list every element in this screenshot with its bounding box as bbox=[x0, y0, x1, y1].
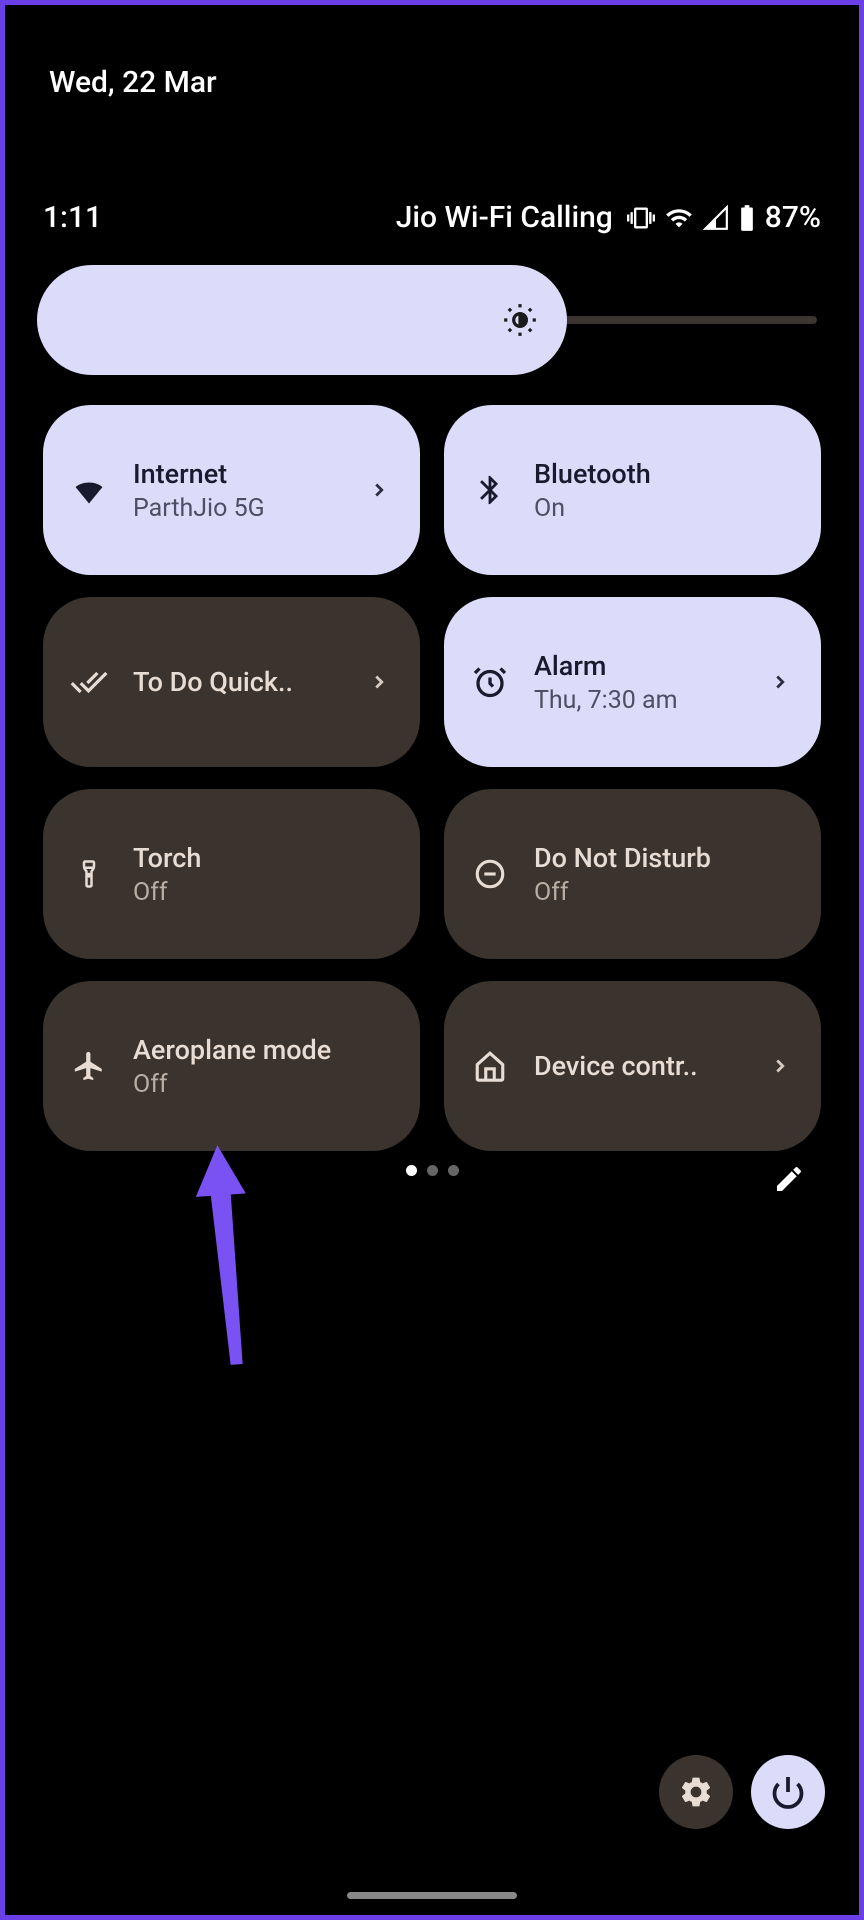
navigation-handle[interactable] bbox=[347, 1892, 517, 1899]
tile-subtitle: Off bbox=[133, 1070, 390, 1099]
battery-icon bbox=[739, 204, 755, 232]
signal-icon bbox=[703, 205, 729, 231]
tile-subtitle: Off bbox=[133, 878, 390, 907]
chevron-right-icon bbox=[368, 479, 390, 501]
tile-device-controls[interactable]: Device contr.. bbox=[444, 981, 821, 1151]
torch-icon bbox=[67, 857, 111, 891]
annotation-arrow bbox=[185, 1135, 265, 1379]
chevron-right-icon bbox=[769, 1055, 791, 1077]
brightness-icon bbox=[501, 301, 539, 339]
airplane-icon bbox=[67, 1049, 111, 1083]
tile-todo[interactable]: To Do Quick.. bbox=[43, 597, 420, 767]
home-icon bbox=[468, 1049, 512, 1083]
tile-title: Do Not Disturb bbox=[534, 842, 791, 874]
wifi-status-icon bbox=[665, 204, 693, 232]
status-carrier: Jio Wi-Fi Calling bbox=[396, 200, 613, 235]
tile-alarm[interactable]: Alarm Thu, 7:30 am bbox=[444, 597, 821, 767]
bluetooth-icon bbox=[468, 473, 512, 507]
tile-title: Internet bbox=[133, 458, 346, 490]
tile-subtitle: ParthJio 5G bbox=[133, 494, 346, 523]
tile-torch[interactable]: Torch Off bbox=[43, 789, 420, 959]
tile-dnd[interactable]: Do Not Disturb Off bbox=[444, 789, 821, 959]
chevron-right-icon bbox=[368, 671, 390, 693]
gear-icon bbox=[678, 1774, 714, 1810]
quick-settings-grid: Internet ParthJio 5G Bluetooth On To Do … bbox=[43, 405, 821, 1151]
tile-bluetooth[interactable]: Bluetooth On bbox=[444, 405, 821, 575]
tile-title: Bluetooth bbox=[534, 458, 791, 490]
dnd-icon bbox=[468, 857, 512, 891]
pager-dot[interactable] bbox=[427, 1165, 438, 1176]
tile-subtitle: Off bbox=[534, 878, 791, 907]
status-bar: 1:11 Jio Wi-Fi Calling 87% bbox=[5, 200, 859, 235]
brightness-thumb[interactable] bbox=[37, 265, 567, 375]
chevron-right-icon bbox=[769, 671, 791, 693]
power-button[interactable] bbox=[751, 1755, 825, 1829]
status-time: 1:11 bbox=[43, 200, 102, 235]
tile-internet[interactable]: Internet ParthJio 5G bbox=[43, 405, 420, 575]
pencil-icon bbox=[773, 1163, 805, 1195]
tile-title: Device contr.. bbox=[534, 1050, 747, 1082]
date-label: Wed, 22 Mar bbox=[49, 65, 217, 100]
brightness-slider[interactable] bbox=[37, 265, 817, 375]
pager-dot[interactable] bbox=[448, 1165, 459, 1176]
power-icon bbox=[770, 1774, 806, 1810]
check-icon bbox=[67, 663, 111, 701]
pager-dot[interactable] bbox=[406, 1165, 417, 1176]
tile-title: To Do Quick.. bbox=[133, 666, 346, 698]
alarm-icon bbox=[468, 664, 512, 700]
tile-subtitle: Thu, 7:30 am bbox=[534, 686, 747, 715]
settings-button[interactable] bbox=[659, 1755, 733, 1829]
vibrate-icon bbox=[627, 204, 655, 232]
tile-title: Aeroplane mode bbox=[133, 1034, 390, 1066]
tile-airplane[interactable]: Aeroplane mode Off bbox=[43, 981, 420, 1151]
tile-title: Alarm bbox=[534, 650, 747, 682]
edit-button[interactable] bbox=[767, 1157, 811, 1201]
pager bbox=[5, 1165, 859, 1176]
wifi-icon bbox=[67, 472, 111, 508]
battery-percent: 87% bbox=[765, 200, 821, 235]
tile-subtitle: On bbox=[534, 494, 791, 523]
tile-title: Torch bbox=[133, 842, 390, 874]
